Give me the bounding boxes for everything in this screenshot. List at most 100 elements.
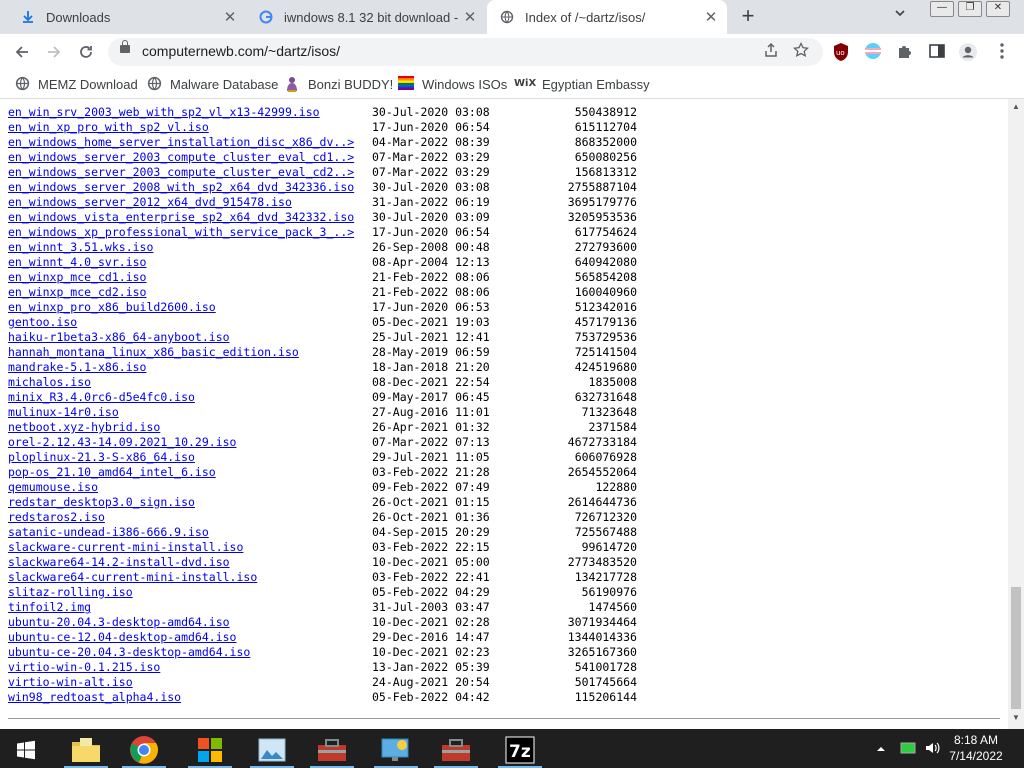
file-link[interactable]: haiku-r1beta3-x86_64-anyboot.iso [8, 330, 230, 344]
taskbar-chrome[interactable] [120, 731, 168, 768]
file-link[interactable]: redstar_desktop3.0_sign.iso [8, 495, 195, 509]
vertical-scrollbar[interactable]: ▲ ▼ [1008, 99, 1024, 729]
lock-icon[interactable] [120, 40, 130, 53]
network-icon[interactable] [900, 740, 916, 759]
file-link[interactable]: slitaz-rolling.iso [8, 585, 133, 599]
taskbar-photo-viewer[interactable] [248, 731, 296, 768]
file-date: 31-Jan-2022 06:19 [372, 195, 490, 209]
system-clock[interactable]: 8:18 AM 7/14/2022 [940, 732, 1012, 764]
scrollbar-thumb[interactable] [1011, 587, 1021, 709]
file-link[interactable]: gentoo.iso [8, 315, 77, 329]
file-link[interactable]: mulinux-14r0.iso [8, 405, 119, 419]
tab-google-search[interactable]: iwndows 8.1 32 bit download - G ✕ [246, 0, 486, 34]
file-link[interactable]: en_win_xp_pro_with_sp2_vl.iso [8, 120, 209, 134]
profile-avatar-icon[interactable] [958, 42, 978, 62]
taskbar-toolbox-app-1[interactable] [308, 731, 356, 768]
url-text[interactable]: computernewb.com/~dartz/isos/ [142, 43, 340, 59]
bookmark-star-icon[interactable] [792, 41, 810, 62]
file-link[interactable]: tinfoil2.img [8, 600, 91, 614]
file-link[interactable]: slackware-current-mini-install.iso [8, 540, 243, 554]
taskbar-file-explorer[interactable] [62, 731, 110, 768]
listing-row: en_winnt_3.51.wks.iso 26-Sep-2008 00:48 27… [8, 240, 637, 255]
file-link[interactable]: en_winxp_mce_cd1.iso [8, 270, 146, 284]
bookmark-egyptian-embassy[interactable]: WiX Egyptian Embassy [514, 76, 650, 92]
file-link[interactable]: en_windows_server_2012_x64_dvd_915478.is… [8, 195, 292, 209]
close-icon[interactable]: ✕ [701, 8, 721, 26]
file-link[interactable]: virtio-win-0.1.215.iso [8, 660, 160, 674]
trans-flag-extension-icon[interactable] [864, 42, 884, 62]
taskbar-remote-desktop[interactable] [372, 731, 420, 768]
taskbar-toolbox-app-2[interactable] [432, 731, 480, 768]
file-link[interactable]: en_winnt_4.0_svr.iso [8, 255, 146, 269]
start-button[interactable] [2, 731, 50, 768]
maximize-button[interactable]: ❐ [958, 1, 982, 17]
file-link[interactable]: hannah_montana_linux_x86_basic_edition.i… [8, 345, 299, 359]
scroll-up-arrow-icon[interactable]: ▲ [1012, 102, 1020, 111]
close-icon[interactable]: ✕ [460, 8, 480, 26]
back-button[interactable] [10, 40, 34, 64]
bookmark-label: Egyptian Embassy [542, 76, 650, 92]
bookmark-windows-isos[interactable]: Windows ISOs [398, 76, 507, 92]
file-link[interactable]: michalos.iso [8, 375, 91, 389]
file-link[interactable]: en_windows_xp_professional_with_service_… [8, 225, 354, 239]
taskbar-7zip[interactable]: 7z [496, 731, 544, 768]
file-link[interactable]: en_windows_home_server_installation_disc… [8, 135, 354, 149]
bookmark-bonzi-buddy[interactable]: Bonzi BUDDY! [284, 76, 393, 92]
file-date: 05-Dec-2021 19:03 [372, 315, 490, 329]
file-date: 27-Aug-2016 11:01 [372, 405, 490, 419]
file-size: 726712320 [574, 510, 637, 524]
file-link[interactable]: ubuntu-ce-20.04.3-desktop-amd64.iso [8, 645, 250, 659]
file-size: 2773483520 [567, 555, 637, 569]
file-link[interactable]: slackware64-current-mini-install.iso [8, 570, 257, 584]
file-link[interactable]: en_win_srv_2003_web_with_sp2_vl_x13-4299… [8, 105, 320, 119]
file-date: 30-Jul-2020 03:08 [372, 105, 490, 119]
tab-search-chevron-icon[interactable] [894, 7, 906, 22]
listing-row: en_winxp_mce_cd1.iso 21-Feb-2022 08:06 565… [8, 270, 637, 285]
file-link[interactable]: slackware64-14.2-install-dvd.iso [8, 555, 230, 569]
share-icon[interactable] [763, 42, 779, 62]
file-link[interactable]: pop-os_21.10_amd64_intel_6.iso [8, 465, 216, 479]
file-link[interactable]: en_windows_server_2008_with_sp2_x64_dvd_… [8, 180, 354, 194]
close-icon[interactable]: ✕ [220, 8, 240, 26]
side-panel-icon[interactable] [928, 42, 948, 62]
extensions-puzzle-icon[interactable] [896, 42, 916, 62]
file-date: 21-Feb-2022 08:06 [372, 270, 490, 284]
scroll-down-arrow-icon[interactable]: ▼ [1012, 713, 1020, 722]
bookmark-memz-download[interactable]: MEMZ Download [14, 76, 138, 92]
file-link[interactable]: en_windows_server_2003_compute_cluster_e… [8, 165, 354, 179]
taskbar-windows-app[interactable] [186, 731, 234, 768]
forward-button[interactable] [42, 40, 66, 64]
reload-button[interactable] [74, 40, 98, 64]
address-bar[interactable]: computernewb.com/~dartz/isos/ [108, 38, 823, 66]
volume-icon[interactable] [924, 740, 940, 759]
file-link[interactable]: mandrake-5.1-x86.iso [8, 360, 146, 374]
tab-downloads[interactable]: Downloads ✕ [0, 0, 246, 34]
file-link[interactable]: netboot.xyz-hybrid.iso [8, 420, 160, 434]
file-link[interactable]: ubuntu-ce-12.04-desktop-amd64.iso [8, 630, 236, 644]
listing-row: en_windows_home_server_installation_disc… [8, 135, 637, 150]
close-window-button[interactable]: ✕ [986, 1, 1010, 17]
file-link[interactable]: qemumouse.iso [8, 480, 98, 494]
file-link[interactable]: ubuntu-20.04.3-desktop-amd64.iso [8, 615, 230, 629]
minimize-button[interactable]: — [930, 1, 954, 17]
file-link[interactable]: en_windows_vista_enterprise_sp2_x64_dvd_… [8, 210, 354, 224]
ublock-origin-icon[interactable]: uo [832, 42, 852, 62]
file-size: 2371584 [588, 420, 637, 434]
file-link[interactable]: en_winxp_mce_cd2.iso [8, 285, 146, 299]
file-link[interactable]: redstaros2.iso [8, 510, 105, 524]
file-link[interactable]: orel-2.12.43-14.09.2021_10.29.iso [8, 435, 236, 449]
listing-row: ploplinux-21.3-S-x86_64.iso 29-Jul-2021 1… [8, 450, 637, 465]
tab-index-of-isos[interactable]: Index of /~dartz/isos/ ✕ [487, 0, 727, 34]
file-link[interactable]: en_winxp_pro_x86_build2600.iso [8, 300, 216, 314]
file-link[interactable]: en_windows_server_2003_compute_cluster_e… [8, 150, 354, 164]
file-link[interactable]: en_winnt_3.51.wks.iso [8, 240, 153, 254]
file-link[interactable]: ploplinux-21.3-S-x86_64.iso [8, 450, 195, 464]
file-link[interactable]: minix_R3.4.0rc6-d5e4fc0.iso [8, 390, 195, 404]
bookmark-malware-database[interactable]: Malware Database [146, 76, 278, 92]
file-link[interactable]: virtio-win-alt.iso [8, 675, 133, 689]
file-link[interactable]: satanic-undead-i386-666.9.iso [8, 525, 209, 539]
menu-kebab-icon[interactable] [996, 42, 1016, 62]
show-hidden-icons-chevron[interactable] [876, 742, 886, 756]
new-tab-button[interactable]: + [736, 5, 760, 29]
file-link[interactable]: win98_redtoast_alpha4.iso [8, 690, 181, 704]
